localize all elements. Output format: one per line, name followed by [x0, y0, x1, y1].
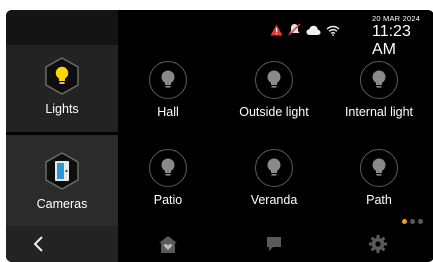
home-heart-icon[interactable] — [156, 232, 180, 256]
tile-label: Patio — [153, 193, 183, 207]
light-tile-path[interactable]: Path — [325, 149, 433, 207]
light-tile-internal-light[interactable]: Internal light — [325, 61, 433, 119]
sidebar-item-cameras[interactable]: Cameras — [6, 135, 118, 226]
status-bar: 20 MAR 2024 11:23 AM — [118, 10, 433, 58]
light-tile-hall[interactable]: Hall — [114, 61, 222, 119]
lightbulb-icon — [255, 61, 293, 99]
lightbulb-icon — [360, 149, 398, 187]
light-tile-veranda[interactable]: Veranda — [220, 149, 328, 207]
tile-label: Path — [366, 193, 392, 207]
status-date: 20 MAR 2024 — [372, 14, 421, 23]
tile-label: Outside light — [239, 105, 309, 119]
back-chevron-icon[interactable] — [26, 232, 50, 256]
page-dot[interactable] — [410, 219, 415, 224]
tile-label: Hall — [157, 105, 179, 119]
gear-icon[interactable] — [366, 232, 390, 256]
light-tile-outside-light[interactable]: Outside light — [220, 61, 328, 119]
status-icons — [270, 23, 340, 41]
lightbulb-icon — [42, 56, 82, 96]
panel-screen: Lights Cameras 20 MAR 2024 11:23 AM Hall… — [6, 10, 433, 262]
page-indicator — [402, 219, 423, 224]
page-dot[interactable] — [418, 219, 423, 224]
wifi-icon[interactable] — [326, 23, 340, 41]
alert-triangle-icon[interactable] — [270, 23, 283, 41]
bell-off-icon[interactable] — [288, 23, 301, 41]
door-camera-icon — [42, 151, 82, 191]
sidebar-item-lights[interactable]: Lights — [6, 56, 118, 116]
page-dot[interactable] — [402, 219, 407, 224]
lightbulb-icon — [149, 149, 187, 187]
tile-label: Internal light — [344, 105, 414, 119]
light-tile-patio[interactable]: Patio — [114, 149, 222, 207]
sidebar-item-label: Cameras — [36, 196, 88, 211]
sidebar: Lights Cameras — [6, 10, 118, 262]
sidebar-header — [6, 10, 118, 45]
chat-icon[interactable] — [262, 232, 286, 256]
sidebar-item-label: Lights — [45, 102, 79, 116]
lightbulb-icon — [149, 61, 187, 99]
cloud-icon[interactable] — [306, 23, 321, 41]
lightbulb-icon — [255, 149, 293, 187]
tile-label: Veranda — [250, 193, 298, 207]
status-time: 11:23 AM — [372, 23, 411, 58]
lightbulb-icon — [360, 61, 398, 99]
bottom-nav — [6, 226, 433, 262]
